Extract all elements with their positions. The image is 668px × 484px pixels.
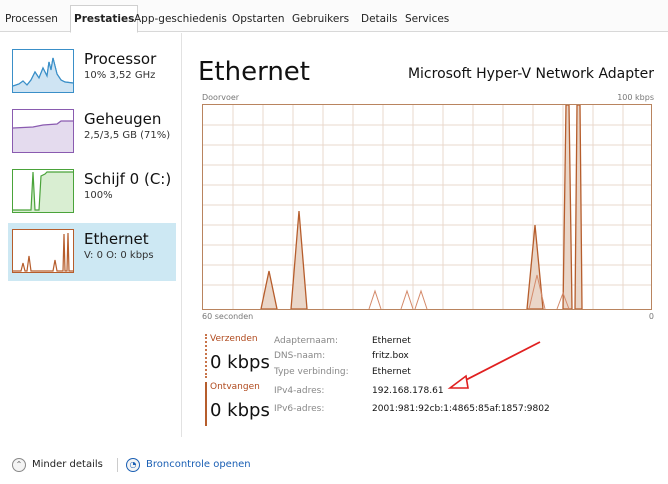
sidebar-item-value: 2,5/3,5 GB (71%) (84, 130, 171, 141)
tab-opstarten[interactable]: Opstarten (229, 6, 288, 32)
tab-gebruikers[interactable]: Gebruikers (289, 6, 352, 32)
performance-sidebar: Processor 10% 3,52 GHz Geheugen 2,5/3,5 … (0, 33, 182, 437)
adapter-name: Microsoft Hyper-V Network Adapter (407, 66, 654, 82)
processor-thumbnail (12, 49, 74, 93)
annotation-arrow-icon (447, 341, 541, 389)
send-spike (368, 289, 382, 310)
tab-processen[interactable]: Processen (2, 6, 61, 32)
info-key: IPv6-adres: (274, 404, 325, 414)
receive-spike (574, 104, 583, 310)
tab-services[interactable]: Services (402, 6, 452, 32)
sidebar-item-memory[interactable]: Geheugen 2,5/3,5 GB (71%) (8, 103, 176, 161)
page-title: Ethernet (198, 57, 310, 87)
open-resource-monitor-link[interactable]: Broncontrole openen (146, 459, 251, 470)
info-key: IPv4-adres: (274, 386, 325, 396)
sidebar-item-label: Processor (84, 50, 157, 68)
disk-thumbnail (12, 169, 74, 213)
send-label: Verzenden (210, 334, 258, 344)
footer: ⌃ Minder details ◔ Broncontrole openen (0, 444, 668, 484)
send-spike (400, 289, 414, 310)
receive-spike (562, 104, 573, 310)
less-details-link[interactable]: Minder details (32, 459, 103, 470)
footer-divider (117, 458, 118, 472)
info-value: 192.168.178.61 (372, 386, 444, 396)
info-value: Ethernet (372, 336, 411, 346)
throughput-graph (202, 104, 652, 310)
sidebar-item-value: V: 0 O: 0 kbps (84, 250, 154, 261)
info-key: Adapternaam: (274, 336, 339, 346)
graph-min-label: 0 (648, 312, 654, 321)
tab-details[interactable]: Details (358, 6, 400, 32)
sidebar-item-value: 100% (84, 190, 113, 201)
sidebar-item-label: Schijf 0 (C:) (84, 170, 172, 188)
graph-time-label: 60 seconden (202, 312, 254, 321)
throughput-chart-svg (203, 104, 651, 310)
memory-thumbnail (12, 109, 74, 153)
sidebar-item-processor[interactable]: Processor 10% 3,52 GHz (8, 43, 176, 101)
ethernet-thumbnail (12, 229, 74, 273)
sidebar-item-label: Geheugen (84, 110, 162, 128)
send-legend-line (205, 334, 207, 378)
info-value: 2001:981:92cb:1:4865:85af:1857:9802 (372, 404, 550, 414)
sidebar-item-label: Ethernet (84, 230, 149, 248)
receive-value: 0 kbps (210, 400, 270, 421)
tab-app-geschiedenis[interactable]: App-geschiedenis (131, 6, 230, 32)
graph-max-label: 100 kbps (617, 93, 654, 102)
send-spike (414, 289, 428, 310)
chevron-up-icon[interactable]: ⌃ (12, 458, 26, 472)
receive-legend-line (205, 382, 207, 426)
info-key: DNS-naam: (274, 351, 326, 361)
sidebar-item-value: 10% 3,52 GHz (84, 70, 156, 81)
graph-title-label: Doorvoer (202, 93, 240, 102)
tab-bar: Processen Prestaties App-geschiedenis Op… (0, 0, 668, 33)
info-key: Type verbinding: (274, 367, 349, 377)
tab-prestaties[interactable]: Prestaties (70, 5, 139, 33)
sidebar-item-ethernet[interactable]: Ethernet V: 0 O: 0 kbps (8, 223, 176, 281)
resource-monitor-icon[interactable]: ◔ (126, 458, 140, 472)
receive-label: Ontvangen (210, 382, 260, 392)
send-value: 0 kbps (210, 352, 270, 373)
info-value: fritz.box (372, 351, 409, 361)
receive-spike (526, 224, 544, 310)
info-value: Ethernet (372, 367, 411, 377)
sidebar-item-disk[interactable]: Schijf 0 (C:) 100% (8, 163, 176, 221)
